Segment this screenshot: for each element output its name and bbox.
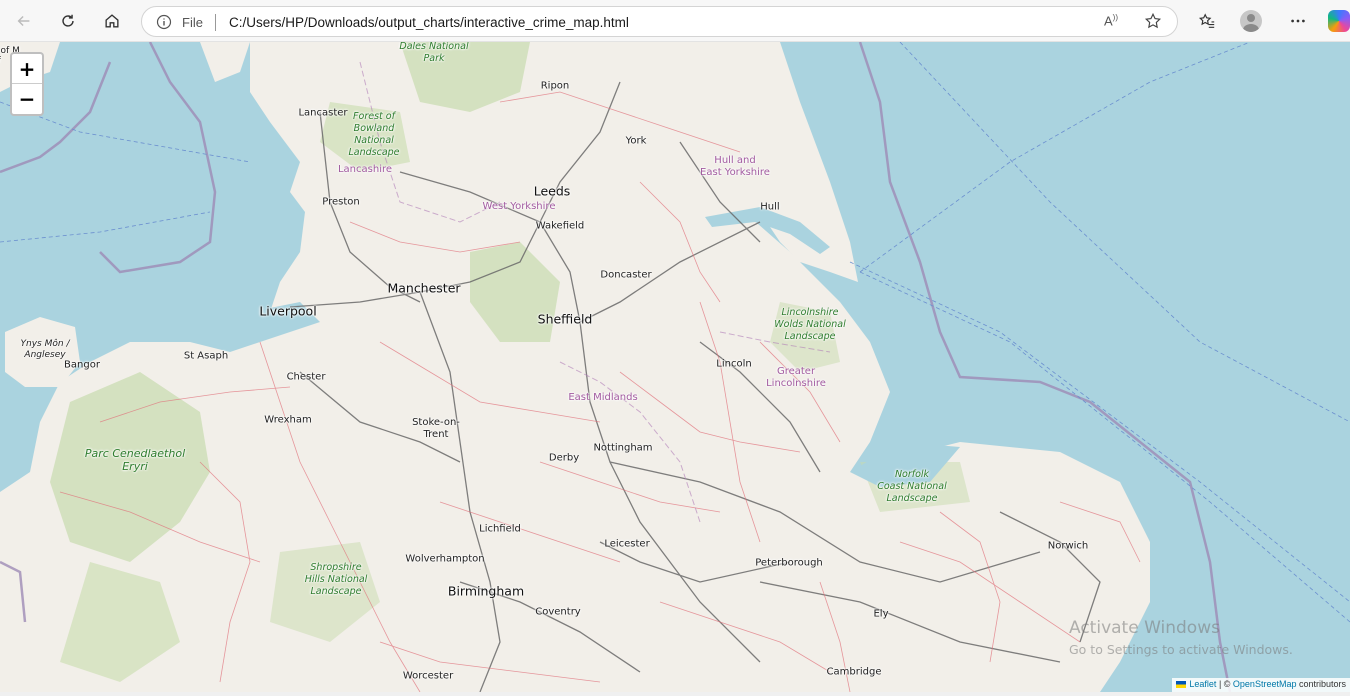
map-tiles (0, 42, 1350, 692)
map-label-shropshire: Shropshire Hills National Landscape (304, 562, 368, 597)
copilot-icon[interactable] (1328, 10, 1350, 32)
map-label-leeds: Leeds (533, 183, 571, 199)
window-bottom-edge (0, 692, 1350, 696)
map-label-derby: Derby (548, 452, 580, 464)
watermark-title: Activate Windows (1069, 618, 1220, 638)
watermark-subtitle: Go to Settings to activate Windows. (1069, 642, 1293, 657)
refresh-icon (62, 14, 74, 27)
more-button[interactable] (1283, 6, 1313, 36)
map-attribution: Leaflet | © OpenStreetMap contributors (1172, 678, 1350, 692)
map-label-norwich: Norwich (1047, 540, 1089, 552)
leaflet-map[interactable]: Dales National Park Ripon Lancaster Fore… (0, 42, 1350, 692)
map-label-cambridge: Cambridge (826, 666, 882, 678)
map-label-wakefield: Wakefield (535, 220, 585, 232)
map-label-lichfield: Lichfield (479, 523, 521, 535)
url-text[interactable]: C:/Users/HP/Downloads/output_charts/inte… (229, 15, 629, 30)
map-label-peterborough: Peterborough (755, 557, 823, 569)
address-bar[interactable]: File C:/Users/HP/Downloads/output_charts… (141, 6, 1178, 37)
map-label-wrexham: Wrexham (264, 414, 312, 426)
map-label-leicester: Leicester (604, 538, 650, 550)
england-landmass (0, 42, 1150, 692)
map-label-doncaster: Doncaster (600, 269, 652, 281)
map-label-lancashire: Lancashire (337, 164, 393, 175)
back-arrow-icon (17, 15, 30, 27)
map-label-st-asaph: St Asaph (183, 350, 229, 362)
map-label-eryri: Parc Cenedlaethol Eryri (84, 447, 186, 473)
map-label-liverpool: Liverpool (259, 303, 317, 319)
map-label-wolverhampton: Wolverhampton (405, 553, 485, 565)
browser-toolbar: File C:/Users/HP/Downloads/output_charts… (0, 0, 1350, 42)
back-button[interactable] (9, 6, 39, 36)
map-label-stoke: Stoke-on- Trent (412, 417, 460, 440)
map-label-lincoln: Lincoln (716, 358, 752, 370)
info-icon[interactable] (156, 14, 172, 30)
refresh-button[interactable] (53, 6, 83, 36)
map-label-hull: Hull (760, 201, 780, 213)
map-label-west-yorkshire: West Yorkshire (482, 201, 556, 212)
favorites-button[interactable] (1192, 6, 1222, 36)
activate-windows-watermark: Activate Windows Go to Settings to activ… (1069, 618, 1293, 657)
map-label-coventry: Coventry (535, 606, 581, 618)
attribution-contributors: contributors (1296, 679, 1346, 689)
home-button[interactable] (97, 6, 127, 36)
map-label-york: York (625, 135, 647, 147)
attribution-separator: | © (1216, 679, 1233, 689)
address-separator (215, 14, 216, 31)
profile-icon[interactable] (1240, 10, 1262, 32)
home-icon (105, 14, 119, 28)
scheme-label: File (182, 15, 203, 30)
map-label-norfolk-coast: Norfolk Coast National Landscape (877, 469, 947, 504)
ukraine-flag-icon (1176, 681, 1187, 689)
map-label-east-midlands: East Midlands (568, 392, 638, 403)
more-icon (1291, 19, 1305, 23)
leaflet-link[interactable]: Leaflet (1189, 679, 1216, 689)
map-label-forest-bowland: Forest of Bowland National Landscape (348, 111, 400, 158)
map-label-chester: Chester (286, 371, 326, 383)
map-label-worcester: Worcester (402, 670, 454, 682)
read-aloud-icon[interactable]: A)) (1104, 13, 1118, 28)
map-label-manchester: Manchester (387, 280, 461, 296)
map-label-bangor: Bangor (64, 359, 100, 371)
zoom-control: + − (10, 52, 44, 116)
map-label-nottingham: Nottingham (593, 442, 653, 454)
map-label-hull-ey: Hull and East Yorkshire (700, 155, 770, 178)
map-label-lincs-wolds: Lincolnshire Wolds National Landscape (774, 307, 846, 342)
favorites-icon (1198, 13, 1215, 28)
map-label-dales: Dales National Park (399, 42, 469, 64)
map-label-birmingham: Birmingham (447, 583, 525, 599)
zoom-in-button[interactable]: + (12, 54, 42, 84)
map-label-ripon: Ripon (540, 80, 570, 92)
map-label-sheffield: Sheffield (537, 311, 593, 327)
map-label-lancaster: Lancaster (298, 107, 348, 119)
map-label-preston: Preston (322, 196, 360, 208)
map-label-greater-lincs: Greater Lincolnshire (766, 366, 826, 389)
osm-link[interactable]: OpenStreetMap (1233, 679, 1297, 689)
favorite-star-icon[interactable] (1144, 12, 1162, 30)
map-label-anglesey: Ynys Môn / Anglesey (20, 339, 70, 360)
zoom-out-button[interactable]: − (12, 84, 42, 114)
map-label-ely: Ely (873, 608, 889, 620)
